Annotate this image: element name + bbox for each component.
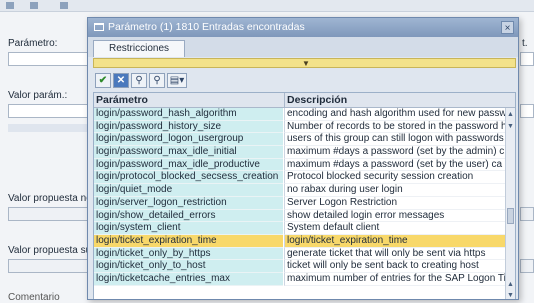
cell-parametro[interactable]: login/password_max_idle_initial xyxy=(94,146,283,159)
cell-parametro[interactable]: login/password_logon_usergroup xyxy=(94,133,283,147)
table-header: Parámetro Descripción xyxy=(94,93,515,108)
cell-descripcion[interactable]: maximum #days a password (set by the adm… xyxy=(284,146,506,159)
cell-descripcion[interactable]: Protocol blocked security session creati… xyxy=(284,171,506,185)
restrictions-collapse-bar[interactable]: ▼ xyxy=(93,58,516,68)
table-row[interactable]: login/password_logon_usergroup users of t… xyxy=(94,133,506,147)
column-header-parametro[interactable]: Parámetro xyxy=(94,93,283,107)
chevron-down-icon[interactable]: ▼ xyxy=(302,59,310,68)
table-body: login/password_hash_algorithm encoding an… xyxy=(94,108,506,286)
cell-parametro[interactable]: login/server_logon_restriction xyxy=(94,196,283,210)
cell-descripcion[interactable]: maximum number of entries for the SAP Lo… xyxy=(284,272,506,286)
scroll-thumb[interactable] xyxy=(507,208,514,224)
dialog-title: Parámetro (1) 1810 Entradas encontradas xyxy=(108,21,305,33)
results-table: Parámetro Descripción login/password_has… xyxy=(93,92,516,299)
cell-parametro[interactable]: login/protocol_blocked_secsess_creation xyxy=(94,171,283,185)
right-field-fragment[interactable] xyxy=(520,104,534,118)
check-icon[interactable]: ✔ xyxy=(95,73,111,88)
cell-descripcion[interactable]: users of this group can still logon with… xyxy=(284,133,506,147)
valor-param-input[interactable] xyxy=(8,104,88,118)
cell-parametro[interactable]: login/ticket_expiration_time xyxy=(94,234,283,248)
label-valor-param: Valor parám.: xyxy=(8,90,68,101)
table-row[interactable]: login/password_history_size Number of rec… xyxy=(94,120,506,134)
cell-parametro[interactable]: login/ticket_only_to_host xyxy=(94,260,283,273)
background-band xyxy=(8,124,88,132)
table-row[interactable]: login/password_max_idle_productive maximu… xyxy=(94,158,506,172)
vertical-scrollbar[interactable]: ▲ ▼ ▲ ▼ xyxy=(505,108,515,299)
cell-parametro[interactable]: login/ticketcache_entries_max xyxy=(94,272,283,286)
toolbar-icon[interactable] xyxy=(6,2,14,9)
table-row[interactable]: login/show_detailed_errors show detailed … xyxy=(94,209,506,223)
cell-descripcion[interactable]: login/ticket_expiration_time xyxy=(284,234,506,248)
cell-parametro[interactable]: login/system_client xyxy=(94,222,283,235)
cell-descripcion[interactable]: System default client xyxy=(284,222,506,235)
table-row[interactable]: login/server_logon_restriction Server Log… xyxy=(94,196,506,210)
toolbar-icon[interactable] xyxy=(30,2,38,9)
table-row[interactable]: login/password_max_idle_initial maximum #… xyxy=(94,146,506,159)
scroll-down-icon[interactable]: ▼ xyxy=(506,291,515,299)
table-row[interactable]: login/password_hash_algorithm encoding an… xyxy=(94,108,506,121)
table-row[interactable]: login/ticketcache_entries_max maximum num… xyxy=(94,272,506,286)
table-row[interactable]: login/ticket_only_to_host ticket will onl… xyxy=(94,260,506,273)
cell-parametro[interactable]: login/password_history_size xyxy=(94,120,283,134)
right-label-fragment: t. xyxy=(522,38,528,49)
label-comentario: Comentario xyxy=(8,292,60,303)
print-icon[interactable]: ▤▾ xyxy=(167,73,187,88)
cell-descripcion[interactable]: Number of records to be stored in the pa… xyxy=(284,120,506,134)
cell-descripcion[interactable]: Server Logon Restriction xyxy=(284,196,506,210)
close-icon[interactable]: × xyxy=(501,21,514,34)
window-icon xyxy=(94,23,104,31)
table-row[interactable]: login/quiet_mode no rabax during user log… xyxy=(94,184,506,197)
label-valor-propuesta-sus: Valor propuesta sus xyxy=(8,245,97,256)
scroll-down-icon[interactable]: ▼ xyxy=(506,122,515,131)
cell-parametro[interactable]: login/password_max_idle_productive xyxy=(94,158,283,172)
tab-restricciones[interactable]: Restricciones xyxy=(93,40,185,57)
right-field-fragment[interactable] xyxy=(520,52,534,66)
right-field-fragment xyxy=(520,259,534,273)
valor-propuesta-sus-field xyxy=(8,259,88,273)
cell-parametro[interactable]: login/quiet_mode xyxy=(94,184,283,197)
cell-parametro[interactable]: login/show_detailed_errors xyxy=(94,209,283,223)
label-parametro: Parámetro: xyxy=(8,38,58,49)
cell-descripcion[interactable]: encoding and hash algorithm used for new… xyxy=(284,108,506,121)
cell-descripcion[interactable]: no rabax during user login xyxy=(284,184,506,197)
cancel-icon[interactable]: ✕ xyxy=(113,73,129,88)
tabstrip: Restricciones xyxy=(88,37,518,57)
dialog-titlebar[interactable]: Parámetro (1) 1810 Entradas encontradas … xyxy=(88,18,518,37)
cell-parametro[interactable]: login/ticket_only_by_https xyxy=(94,247,283,261)
cell-descripcion[interactable]: ticket will only be sent back to creatin… xyxy=(284,260,506,273)
parametro-input[interactable] xyxy=(8,52,88,66)
table-row[interactable]: login/ticket_only_by_https generate ticke… xyxy=(94,247,506,261)
cell-descripcion[interactable]: show detailed login error messages xyxy=(284,209,506,223)
column-header-descripcion[interactable]: Descripción xyxy=(284,93,506,107)
cell-descripcion[interactable]: generate ticket that will only be sent v… xyxy=(284,247,506,261)
table-row[interactable]: login/protocol_blocked_secsess_creation P… xyxy=(94,171,506,185)
toolbar-icon[interactable] xyxy=(60,2,68,9)
right-field-fragment xyxy=(520,207,534,221)
scroll-up-icon[interactable]: ▲ xyxy=(506,280,515,289)
dialog-toolbar: ✔ ✕ ⚲ ⚲ ▤▾ xyxy=(93,71,516,90)
label-valor-propuesta-no: Valor propuesta no xyxy=(8,193,92,204)
cell-parametro[interactable]: login/password_hash_algorithm xyxy=(94,108,283,121)
scroll-up-icon[interactable]: ▲ xyxy=(506,110,515,119)
value-help-dialog: Parámetro (1) 1810 Entradas encontradas … xyxy=(87,17,519,300)
find-next-icon[interactable]: ⚲ xyxy=(149,73,165,88)
background-toolbar xyxy=(0,0,534,12)
table-row[interactable]: login/system_client System default client xyxy=(94,222,506,235)
find-icon[interactable]: ⚲ xyxy=(131,73,147,88)
valor-propuesta-no-field xyxy=(8,207,88,221)
table-row[interactable]: login/ticket_expiration_time login/ticket… xyxy=(94,234,506,248)
cell-descripcion[interactable]: maximum #days a password (set by the use… xyxy=(284,158,506,172)
